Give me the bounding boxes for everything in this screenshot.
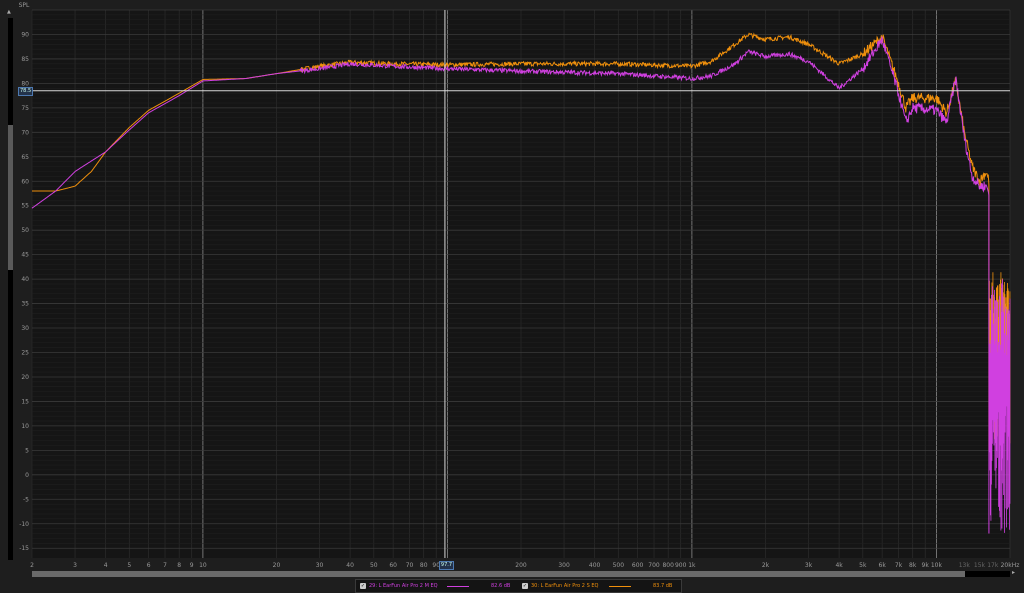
legend-swatch: [447, 585, 469, 587]
x-tick-label: 50: [370, 562, 378, 569]
y-tick-label: 45: [21, 252, 29, 259]
x-tick-label: 8: [177, 562, 181, 569]
x-tick-label: 10: [199, 562, 207, 569]
x-tick-label: 8k: [909, 562, 917, 569]
y-tick-label: -15: [19, 545, 29, 552]
x-tick-label: 6: [147, 562, 151, 569]
scroll-up-arrow-icon[interactable]: ▲: [7, 9, 11, 15]
x-tick-label: 10k: [931, 562, 943, 569]
y-tick-label: 10: [21, 423, 29, 430]
y-tick-label: 70: [21, 129, 29, 136]
legend-item-s-eq[interactable]: ✓ 30: L EarFun Air Pro 2 S EQ 83.7 dB: [518, 583, 680, 589]
x-tick-label: 7: [163, 562, 167, 569]
x-tick-label: 9: [190, 562, 194, 569]
x-tick-label: 900: [675, 562, 687, 569]
y-tick-label: 25: [21, 350, 29, 357]
x-tick-label: 6k: [879, 562, 887, 569]
x-tick-label: 600: [632, 562, 644, 569]
x-tick-label: 20: [273, 562, 281, 569]
y-tick-label: 90: [21, 31, 29, 38]
legend-swatch: [609, 585, 631, 587]
vertical-scrollbar[interactable]: [8, 18, 13, 560]
x-tick-label: 40: [346, 562, 354, 569]
legend-item-m-eq[interactable]: ✓ 29: L EarFun Air Pro 2 M EQ 82.6 dB: [356, 583, 518, 589]
scroll-right-arrow-icon[interactable]: ▸: [1012, 569, 1015, 576]
y-tick-label: 50: [21, 227, 29, 234]
checkbox-checked-icon[interactable]: ✓: [522, 583, 528, 589]
x-tick-label: 200: [515, 562, 527, 569]
x-tick-label: 7k: [895, 562, 903, 569]
x-tick-label: 500: [613, 562, 625, 569]
y-tick-label: 5: [25, 447, 29, 454]
legend: ✓ 29: L EarFun Air Pro 2 M EQ 82.6 dB ✓ …: [355, 579, 682, 593]
y-tick-label: 55: [21, 203, 29, 210]
x-tick-label: 9k: [922, 562, 930, 569]
y-tick-label: 75: [21, 105, 29, 112]
legend-label: 30: L EarFun Air Pro 2 S EQ: [531, 583, 599, 589]
x-tick-label: 700: [648, 562, 660, 569]
y-tick-label: 65: [21, 154, 29, 161]
y-tick-label: 30: [21, 325, 29, 332]
x-tick-label: 30: [316, 562, 324, 569]
x-tick-label: 400: [589, 562, 601, 569]
x-tick-label: 2k: [762, 562, 770, 569]
y-axis-label: SPL: [19, 2, 30, 9]
x-tick-label: 1k: [688, 562, 696, 569]
x-tick-label: 15k: [974, 562, 986, 569]
x-tick-label: 4k: [835, 562, 843, 569]
y-tick-label: 60: [21, 178, 29, 185]
y-tick-label: -10: [19, 521, 29, 528]
x-tick-label: 20kHz: [1001, 562, 1020, 569]
x-tick-label: 3k: [805, 562, 813, 569]
x-tick-label: 4: [104, 562, 108, 569]
legend-label: 29: L EarFun Air Pro 2 M EQ: [369, 583, 438, 589]
x-tick-label: 5: [127, 562, 131, 569]
x-tick-label: 300: [558, 562, 570, 569]
x-tick-label: 70: [406, 562, 414, 569]
y-tick-label: 35: [21, 301, 29, 308]
checkbox-checked-icon[interactable]: ✓: [360, 583, 366, 589]
x-tick-label: 2: [30, 562, 34, 569]
x-tick-label: 5k: [859, 562, 867, 569]
cursor-spl-readout: 78.5: [18, 86, 34, 96]
x-tick-label: 13k: [959, 562, 971, 569]
x-tick-labels: 2 3 4 5 6 7 8 9 10 20 30 40 50 60 70 80 90 200 300 400 500 60…: [30, 562, 1019, 569]
horizontal-scrollbar-thumb[interactable]: [32, 571, 965, 577]
y-tick-label: 20: [21, 374, 29, 381]
x-tick-label: 60: [389, 562, 397, 569]
legend-value: 82.6 dB: [491, 583, 511, 589]
x-tick-label: 80: [420, 562, 428, 569]
legend-value: 83.7 dB: [653, 583, 673, 589]
y-tick-label: 0: [25, 472, 29, 479]
cursor-frequency-readout: 97.7: [438, 561, 455, 570]
y-tick-label: -5: [23, 496, 29, 503]
horizontal-scrollbar[interactable]: [32, 571, 1010, 577]
x-tick-label: 17k: [987, 562, 999, 569]
frequency-response-chart[interactable]: SPL 908580757065605550454035302520151050…: [0, 0, 1024, 592]
x-tick-label: 3: [73, 562, 77, 569]
y-tick-labels: 908580757065605550454035302520151050-5-1…: [19, 31, 29, 552]
y-tick-label: 15: [21, 398, 29, 405]
y-tick-label: 40: [21, 276, 29, 283]
vertical-scrollbar-thumb[interactable]: [8, 125, 13, 270]
y-tick-label: 85: [21, 56, 29, 63]
x-tick-label: 800: [662, 562, 674, 569]
